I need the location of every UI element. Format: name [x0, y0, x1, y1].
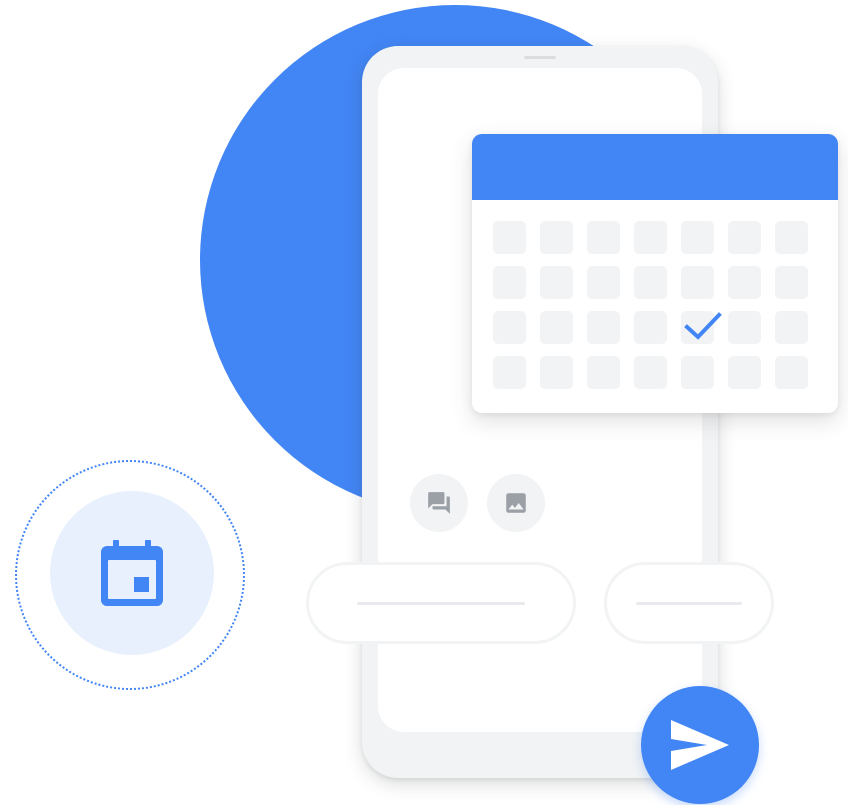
calendar-day-cell[interactable] [587, 221, 620, 254]
calendar-day-cell[interactable] [587, 311, 620, 344]
chat-button[interactable] [410, 474, 468, 532]
image-button[interactable] [487, 474, 545, 532]
suggestion-chip[interactable] [306, 562, 576, 644]
checkmark-icon [684, 312, 722, 340]
calendar-day-cell[interactable] [775, 311, 808, 344]
calendar-grid [493, 221, 808, 389]
calendar-day-cell[interactable] [540, 311, 573, 344]
calendar-day-cell[interactable] [728, 356, 761, 389]
calendar-day-cell[interactable] [728, 266, 761, 299]
suggestion-chip[interactable] [604, 562, 774, 644]
calendar-day-cell[interactable] [634, 311, 667, 344]
image-icon [506, 493, 526, 513]
calendar-day-cell[interactable] [587, 356, 620, 389]
chip-placeholder-line [357, 601, 525, 605]
forum-icon [428, 492, 450, 514]
calendar-day-cell[interactable] [540, 266, 573, 299]
calendar-day-cell[interactable] [540, 221, 573, 254]
phone-speaker [524, 56, 556, 59]
chip-placeholder-line [636, 601, 742, 605]
calendar-day-cell[interactable] [728, 221, 761, 254]
send-button[interactable] [641, 686, 759, 804]
calendar-day-cell[interactable] [775, 266, 808, 299]
calendar-day-cell[interactable] [681, 356, 714, 389]
calendar-day-cell[interactable] [681, 266, 714, 299]
calendar-day-cell[interactable] [634, 266, 667, 299]
calendar-day-cell[interactable] [728, 311, 761, 344]
calendar-day-cell[interactable] [540, 356, 573, 389]
send-icon [671, 720, 729, 770]
calendar-day-cell[interactable] [493, 311, 526, 344]
calendar-day-cell[interactable] [681, 221, 714, 254]
illustration [0, 0, 848, 805]
calendar-day-cell[interactable] [634, 221, 667, 254]
calendar-header [472, 134, 838, 200]
calendar-day-cell[interactable] [634, 356, 667, 389]
calendar-day-cell-selected[interactable] [681, 311, 722, 344]
calendar-badge[interactable] [50, 491, 214, 655]
calendar-day-cell[interactable] [493, 266, 526, 299]
calendar-card [472, 134, 838, 413]
calendar-day-cell[interactable] [587, 266, 620, 299]
calendar-day-cell[interactable] [493, 356, 526, 389]
calendar-day-cell[interactable] [775, 356, 808, 389]
calendar-icon [101, 540, 163, 606]
calendar-day-cell[interactable] [775, 221, 808, 254]
calendar-day-cell[interactable] [493, 221, 526, 254]
